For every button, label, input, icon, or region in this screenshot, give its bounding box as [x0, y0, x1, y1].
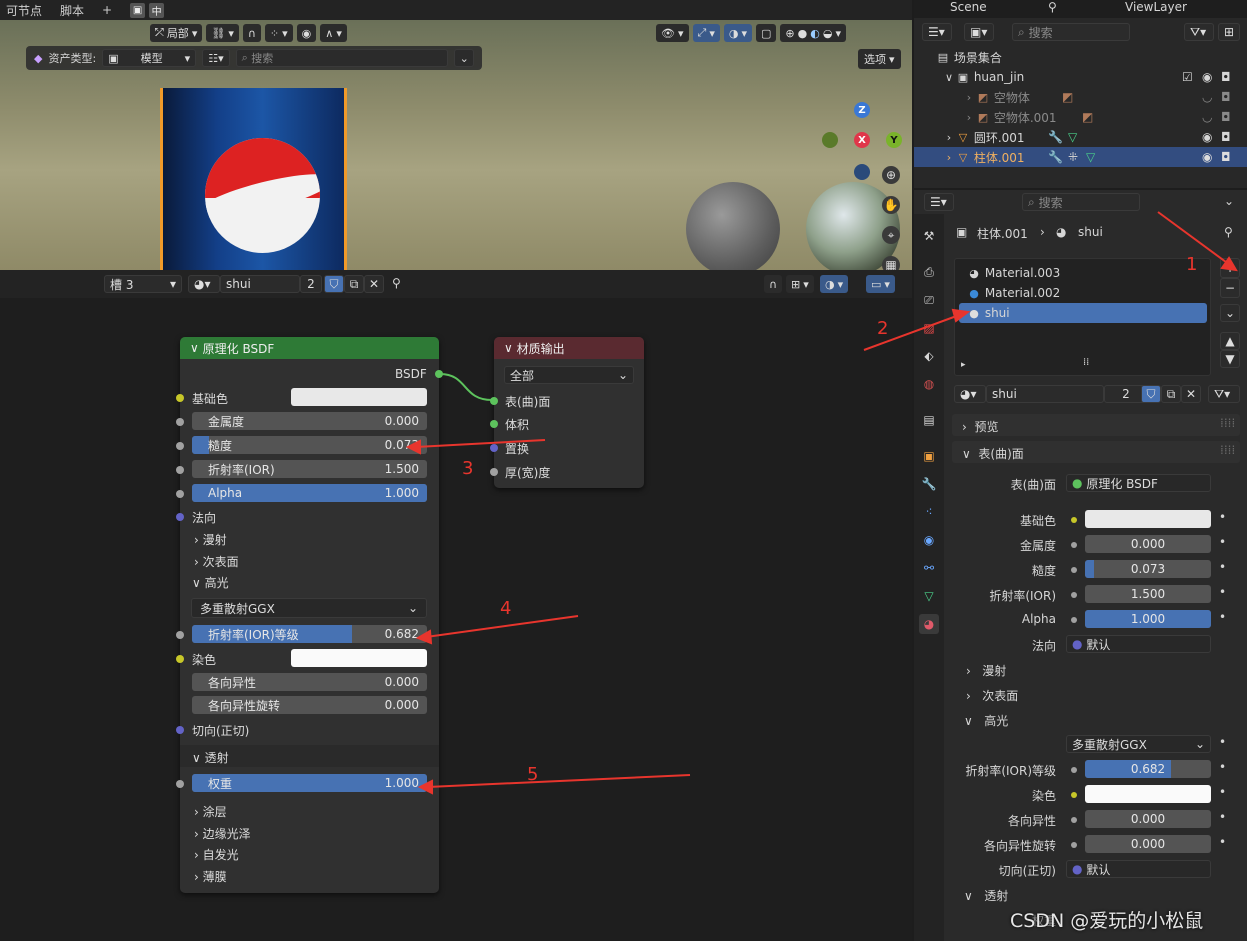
annotation-label-5: 5	[527, 764, 539, 785]
annotation-arrowhead-2	[951, 308, 971, 323]
annotation-arrowhead-3	[405, 439, 421, 455]
annotation-label-3: 3	[462, 458, 474, 479]
annotation-arrow-5	[427, 774, 691, 788]
watermark-text: CSDN @爱玩的小松鼠	[1010, 910, 1204, 932]
annotation-arrows	[405, 211, 1238, 795]
annotation-label-2: 2	[877, 318, 889, 339]
annotation-label-4: 4	[500, 598, 512, 619]
annotation-label-1: 1	[1186, 254, 1198, 275]
annotation-arrow-3	[415, 439, 546, 448]
annotation-arrow-4	[425, 615, 579, 638]
annotation-arrowhead-5	[417, 779, 433, 795]
annotation-arrowhead-4	[415, 629, 433, 645]
